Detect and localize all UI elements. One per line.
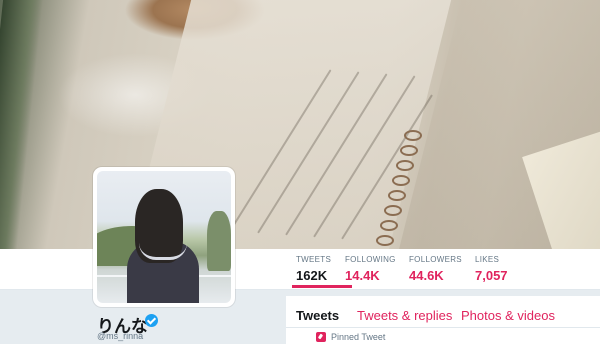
pin-icon xyxy=(316,332,326,342)
tab-tweets-replies[interactable]: Tweets & replies xyxy=(357,308,452,323)
active-underline xyxy=(292,285,352,288)
spiral-ring xyxy=(400,145,418,156)
spiral-ring xyxy=(388,190,406,201)
user-handle[interactable]: @ms_rinna xyxy=(97,331,143,341)
spiral-ring xyxy=(376,235,394,246)
stat-label: FOLLOWING xyxy=(345,255,396,264)
stat-value: 14.4K xyxy=(345,268,380,283)
spiral-ring xyxy=(392,175,410,186)
stat-value: 162K xyxy=(296,268,328,283)
tab-tweets[interactable]: Tweets xyxy=(296,308,339,323)
stat-label: LIKES xyxy=(475,255,500,264)
stat-label: FOLLOWERS xyxy=(409,255,462,264)
spiral-ring xyxy=(380,220,398,231)
spiral-ring xyxy=(404,130,422,141)
avatar-tree xyxy=(207,211,231,271)
verified-badge-icon xyxy=(145,314,158,327)
avatar[interactable] xyxy=(93,167,235,307)
stat-likes[interactable]: LIKES 7,057 xyxy=(475,255,508,283)
pinned-tweet-label: Pinned Tweet xyxy=(331,332,386,342)
spiral-ring xyxy=(396,160,414,171)
stat-following[interactable]: FOLLOWING 14.4K xyxy=(345,255,396,283)
stat-followers[interactable]: FOLLOWERS 44.6K xyxy=(409,255,462,283)
plant-leaf xyxy=(0,0,44,249)
spiral-ring xyxy=(384,205,402,216)
avatar-photo xyxy=(97,171,231,303)
tab-divider xyxy=(286,327,600,328)
tab-photos-videos[interactable]: Photos & videos xyxy=(461,308,555,323)
stat-value: 44.6K xyxy=(409,268,444,283)
stat-tweets[interactable]: TWEETS 162K xyxy=(292,255,352,288)
stat-label: TWEETS xyxy=(296,255,332,264)
header-photo[interactable] xyxy=(0,0,600,249)
stat-value: 7,057 xyxy=(475,268,508,283)
